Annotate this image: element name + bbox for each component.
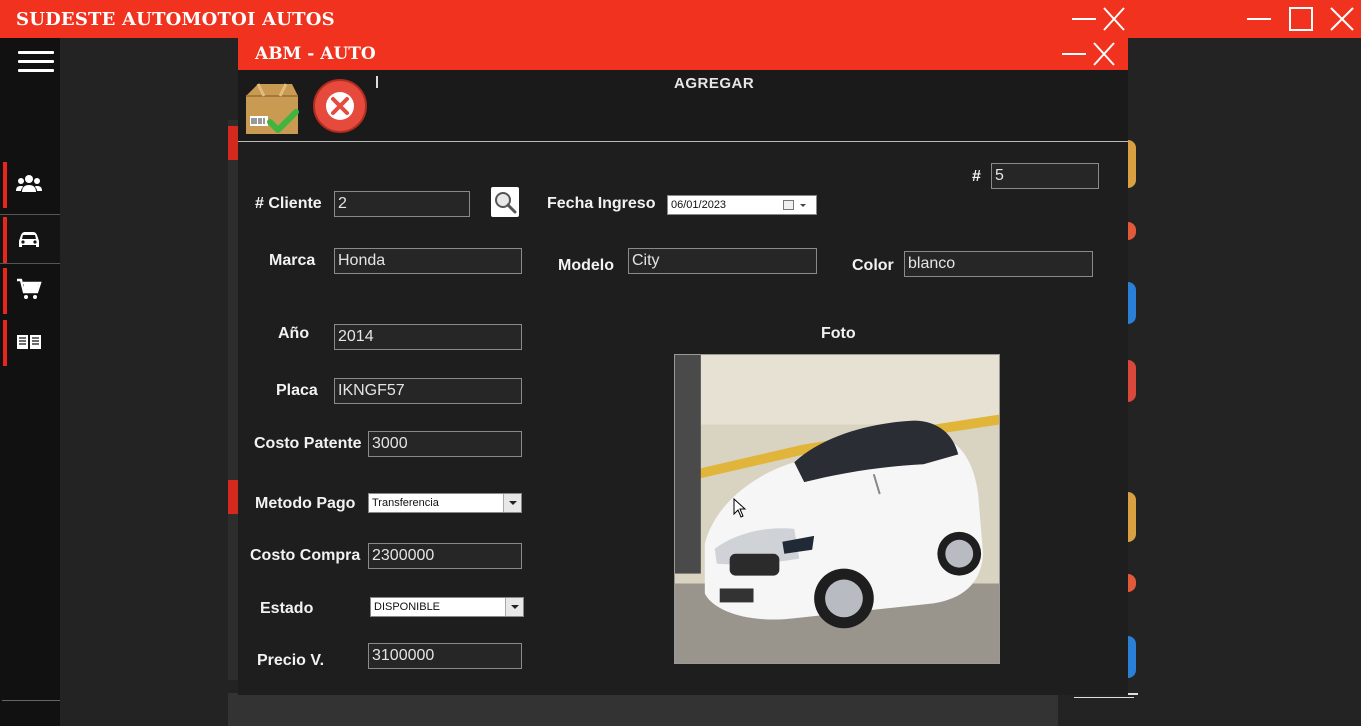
foto-label: Foto: [821, 325, 856, 342]
dialog-minimize-button[interactable]: [1058, 39, 1090, 69]
precio-venta-field[interactable]: 3100000: [368, 643, 522, 669]
background-red-tab: [228, 126, 238, 160]
anio-field[interactable]: 2014: [334, 324, 522, 350]
metodo-pago-label: Metodo Pago: [255, 495, 356, 512]
sidebar-item-autos[interactable]: [0, 214, 60, 264]
estado-select[interactable]: DISPONIBLE: [370, 597, 524, 617]
sidebar-divider: [2, 700, 60, 701]
mouse-pointer-icon: [733, 498, 747, 518]
calendar-icon: [783, 200, 794, 210]
background-red-tab: [228, 480, 238, 514]
cliente-field[interactable]: 2: [334, 191, 470, 217]
costo-compra-field[interactable]: 2300000: [368, 543, 522, 569]
color-label: Color: [852, 257, 894, 274]
id-field[interactable]: 5: [991, 163, 1099, 189]
dialog-close-button[interactable]: [1088, 39, 1120, 69]
maximize-window-button[interactable]: [1285, 4, 1317, 34]
box-check-icon: [246, 83, 299, 134]
sidebar-indicator: [3, 162, 7, 208]
sidebar-indicator: [3, 268, 7, 314]
costo-patente-field[interactable]: 3000: [368, 431, 522, 457]
costo-patente-label: Costo Patente: [254, 435, 362, 452]
app-title: SUDESTE AUTOMOTOI AUTOS: [16, 9, 335, 30]
minimize-window-button[interactable]: [1243, 4, 1275, 34]
cancel-icon: [313, 79, 367, 133]
sidebar-item-clientes[interactable]: [0, 160, 60, 210]
save-button[interactable]: [242, 80, 302, 138]
background-divider: [1074, 697, 1134, 698]
metodo-pago-select[interactable]: Transferencia: [368, 493, 522, 513]
sidebar-item-reportes[interactable]: [0, 318, 60, 368]
sidebar-indicator: [3, 320, 7, 366]
app-window: SUDESTE AUTOMOTOI AUTOS ABM - AUTO AGREG…: [0, 0, 1361, 726]
close-icon: [1093, 42, 1115, 66]
close-button[interactable]: [1098, 4, 1130, 34]
placa-field[interactable]: IKNGF57: [334, 378, 522, 404]
chevron-down-icon: [505, 598, 523, 616]
car-photo: [674, 354, 1000, 664]
marca-field[interactable]: Honda: [334, 248, 522, 274]
background-bottom-bar: [228, 693, 1058, 726]
car-photo-image: [675, 355, 999, 663]
sidebar-item-ventas[interactable]: [0, 266, 60, 316]
placa-label: Placa: [276, 382, 318, 399]
estado-label: Estado: [260, 600, 314, 617]
car-icon: [19, 232, 39, 247]
chevron-down-icon: [503, 494, 521, 512]
minimize-icon: [1072, 18, 1096, 20]
chevron-down-icon: [800, 204, 806, 207]
search-cliente-button[interactable]: [491, 187, 519, 217]
fecha-ingreso-label: Fecha Ingreso: [547, 195, 656, 212]
sidebar: [0, 38, 60, 726]
fecha-ingreso-value: 06/01/2023: [671, 199, 727, 211]
metodo-pago-value: Transferencia: [372, 497, 439, 509]
menu-icon[interactable]: [18, 51, 54, 75]
dialog-titlebar: ABM - AUTO: [238, 38, 1128, 70]
maximize-icon: [1289, 7, 1313, 31]
book-icon: [17, 335, 41, 349]
search-icon: [491, 187, 519, 217]
anio-label: Año: [278, 325, 310, 342]
abm-auto-dialog: ABM - AUTO AGREGAR # 5 # Cliente 2 Fecha…: [238, 38, 1128, 695]
minimize-icon: [1247, 18, 1271, 20]
color-field[interactable]: blanco: [904, 251, 1093, 277]
id-label: #: [972, 168, 981, 185]
modelo-label: Modelo: [558, 257, 614, 274]
cancel-button[interactable]: [312, 78, 368, 134]
text-cursor-mark: [376, 76, 378, 88]
close-window-button[interactable]: [1326, 4, 1358, 34]
fecha-ingreso-datepicker[interactable]: 06/01/2023: [667, 195, 817, 215]
marca-label: Marca: [269, 252, 316, 269]
mode-label: AGREGAR: [674, 75, 755, 92]
sidebar-indicator: [3, 217, 7, 263]
close-icon: [1103, 7, 1125, 31]
dialog-title: ABM - AUTO: [255, 44, 376, 64]
cart-icon: [17, 278, 42, 299]
close-icon: [1330, 7, 1354, 31]
costo-compra-label: Costo Compra: [250, 547, 361, 564]
cliente-label: # Cliente: [255, 195, 322, 212]
minimize-button[interactable]: [1068, 4, 1100, 34]
precio-venta-label: Precio V.: [257, 652, 325, 669]
modelo-field[interactable]: City: [628, 248, 817, 274]
estado-value: DISPONIBLE: [374, 601, 441, 613]
users-icon: [16, 175, 42, 192]
main-titlebar: SUDESTE AUTOMOTOI AUTOS: [0, 0, 1361, 38]
minimize-icon: [1062, 53, 1086, 55]
